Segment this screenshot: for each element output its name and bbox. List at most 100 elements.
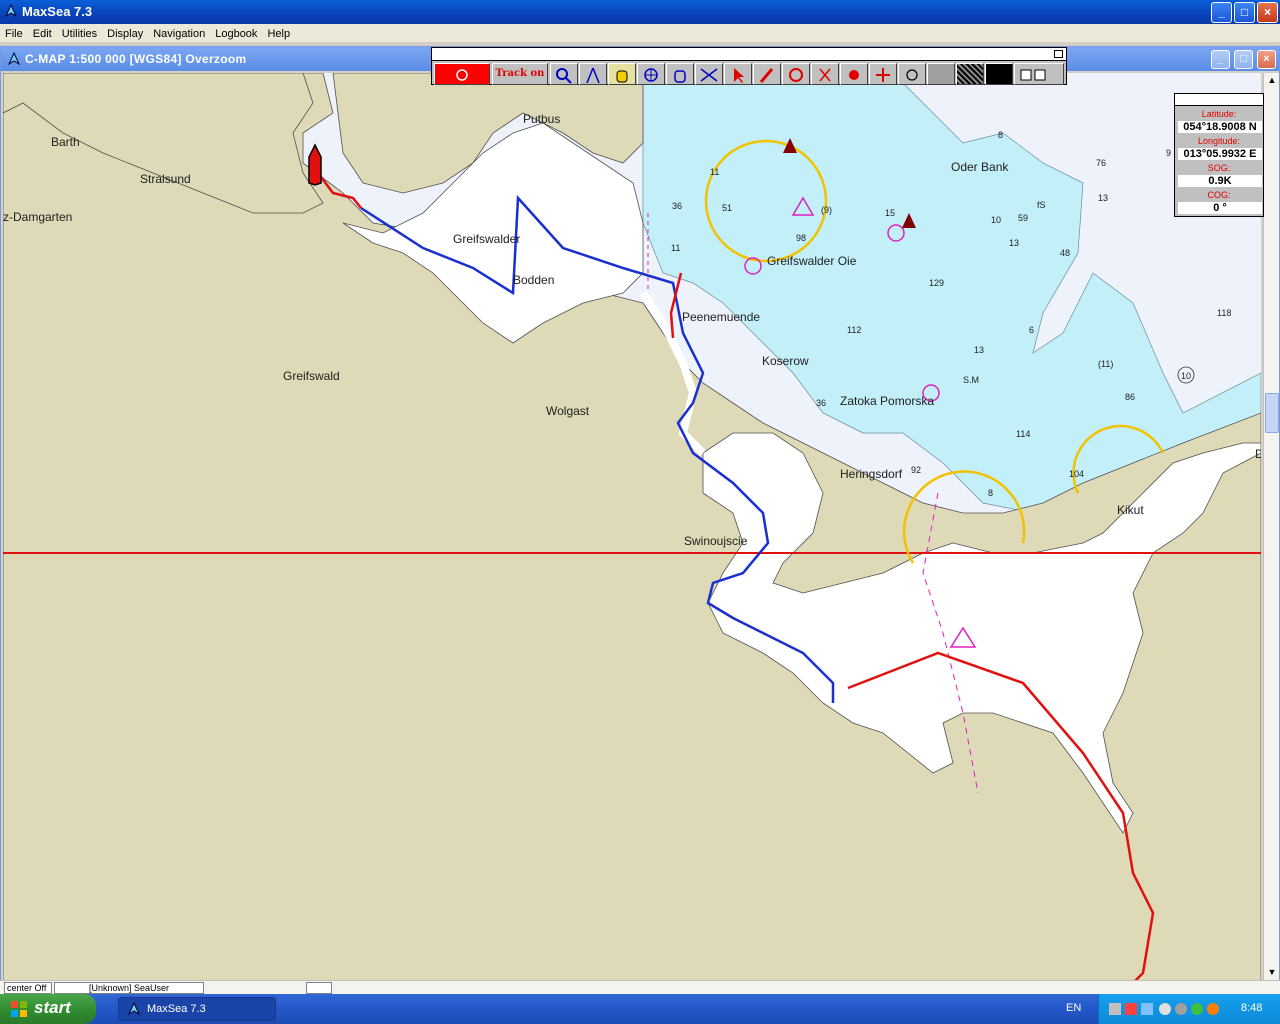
depth-sounding: (9) — [821, 205, 832, 215]
menu-navigation[interactable]: Navigation — [148, 26, 210, 40]
center-button[interactable] — [637, 63, 665, 85]
chart-minimize-button[interactable]: _ — [1211, 50, 1230, 69]
move-icon — [876, 68, 890, 82]
place-greifswalder-oie: Greifswalder Oie — [767, 254, 857, 268]
depth-sounding: 59 — [1018, 213, 1028, 223]
depth-sounding: 15 — [885, 208, 895, 218]
place-wolgast: Wolgast — [546, 404, 590, 418]
ruler-icon — [700, 68, 718, 82]
scroll-thumb[interactable] — [1265, 393, 1279, 433]
maximize-button[interactable]: □ — [1234, 2, 1255, 23]
move-button[interactable] — [869, 63, 897, 85]
depth-sounding: S.M — [963, 375, 979, 385]
chart-toolbar: Track on — [431, 47, 1067, 85]
longitude-label: Longitude: — [1197, 136, 1241, 146]
depth-sounding: 92 — [911, 465, 921, 475]
window-layout-icon — [1020, 69, 1046, 81]
grab-button[interactable] — [666, 63, 694, 85]
cog-label: COG: — [1207, 190, 1231, 200]
depth-sounding: fS — [1037, 200, 1046, 210]
start-button[interactable]: start — [0, 994, 96, 1024]
menu-bar: File Edit Utilities Display Navigation Logboo… — [0, 24, 1280, 42]
center-off-toggle[interactable]: center Off — [4, 982, 52, 994]
system-tray: 8:48 — [1098, 994, 1280, 1024]
tray-icons[interactable] — [1107, 1001, 1227, 1017]
cut-button[interactable] — [811, 63, 839, 85]
select-button[interactable] — [724, 63, 752, 85]
depth-sounding: 114 — [1016, 429, 1030, 439]
depth-sounding: 48 — [1060, 248, 1070, 258]
draw-button[interactable] — [753, 63, 781, 85]
menu-help[interactable]: Help — [262, 26, 295, 40]
mob-button[interactable] — [434, 63, 490, 85]
chart-canvas[interactable]: Barth Stralsund z-Damgarten Putbus Greif… — [3, 73, 1261, 981]
scissors-icon — [819, 68, 831, 82]
chart-window-icon — [7, 52, 21, 66]
chart-window-title: C-MAP 1:500 000 [WGS84] Overzoom — [25, 52, 247, 66]
start-label: start — [34, 998, 71, 1017]
toolbar-close-icon[interactable] — [1054, 50, 1063, 58]
place-koserow: Koserow — [762, 354, 809, 368]
depth-sounding: 86 — [1125, 392, 1135, 402]
menu-file[interactable]: File — [0, 26, 28, 40]
window-layout-button[interactable] — [1014, 63, 1064, 85]
nautical-chart[interactable]: Barth Stralsund z-Damgarten Putbus Greif… — [3, 73, 1261, 981]
pan-button[interactable] — [608, 63, 636, 85]
menu-display[interactable]: Display — [102, 26, 148, 40]
target-button[interactable] — [840, 63, 868, 85]
sog-label: SOG: — [1207, 163, 1231, 173]
depth-sounding: 36 — [672, 201, 682, 211]
depth-sounding: 51 — [722, 203, 732, 213]
menu-edit[interactable]: Edit — [28, 26, 57, 40]
place-greifswalder: Greifswalder — [453, 232, 520, 246]
app-title: MaxSea 7.3 — [22, 4, 93, 19]
place-d-edge: D — [1255, 447, 1261, 461]
place-swinoujscie: Swinoujscie — [684, 534, 748, 548]
depth-sounding: 13 — [1098, 193, 1108, 203]
place-zatoka-pomorska: Zatoka Pomorska — [840, 394, 934, 408]
place-kikut: Kikut — [1117, 503, 1144, 517]
depth-sounding: 8 — [998, 130, 1003, 140]
chart-maximize-button[interactable]: □ — [1234, 50, 1253, 69]
scroll-down-icon[interactable]: ▼ — [1265, 965, 1279, 979]
depth-sounding: 104 — [1069, 469, 1084, 479]
menu-utilities[interactable]: Utilities — [57, 26, 102, 40]
status-icons[interactable] — [306, 982, 332, 994]
track-on-button[interactable]: Track on — [492, 63, 548, 85]
zoom-button[interactable] — [550, 63, 578, 85]
clock: 8:48 — [1241, 1002, 1263, 1014]
depth-sounding: 11 — [710, 167, 719, 177]
user-field: [Unknown] SeaUser — [54, 982, 204, 994]
depth-sounding: 6 — [1029, 325, 1034, 335]
depth-sounding: 112 — [847, 325, 861, 335]
compass-button[interactable] — [579, 63, 607, 85]
night-button[interactable] — [985, 63, 1013, 85]
menu-logbook[interactable]: Logbook — [210, 26, 262, 40]
depth-sounding: 98 — [796, 233, 806, 243]
grey-button[interactable] — [927, 63, 955, 85]
depth-sounding: 13 — [1009, 238, 1019, 248]
place-barth: Barth — [51, 135, 80, 149]
close-button[interactable]: × — [1257, 2, 1278, 23]
vertical-scrollbar[interactable]: ▲ ▼ — [1263, 73, 1279, 981]
depth-sounding: 13 — [974, 345, 984, 355]
chart-close-button[interactable]: × — [1257, 50, 1276, 69]
language-indicator[interactable]: EN — [1066, 1002, 1081, 1014]
clock-icon — [906, 69, 918, 81]
scroll-up-icon[interactable]: ▲ — [1265, 73, 1279, 87]
depth-sounding: (11) — [1098, 359, 1113, 369]
maxsea-icon — [127, 1002, 141, 1016]
measure-button[interactable] — [695, 63, 723, 85]
taskbar-item-maxsea[interactable]: MaxSea 7.3 — [118, 997, 276, 1021]
latitude-label: Latitude: — [1201, 109, 1237, 119]
depth-sounding: 118 — [1217, 308, 1231, 318]
magnifier-icon — [556, 68, 572, 84]
depth-sounding: 76 — [1096, 158, 1106, 168]
clock-button[interactable] — [898, 63, 926, 85]
place-bodden: Bodden — [513, 273, 554, 287]
minimize-button[interactable]: _ — [1211, 2, 1232, 23]
toolbar-titlebar — [432, 48, 1066, 61]
rotate-button[interactable] — [782, 63, 810, 85]
pattern-button[interactable] — [956, 63, 984, 85]
rotate-icon — [789, 68, 803, 82]
